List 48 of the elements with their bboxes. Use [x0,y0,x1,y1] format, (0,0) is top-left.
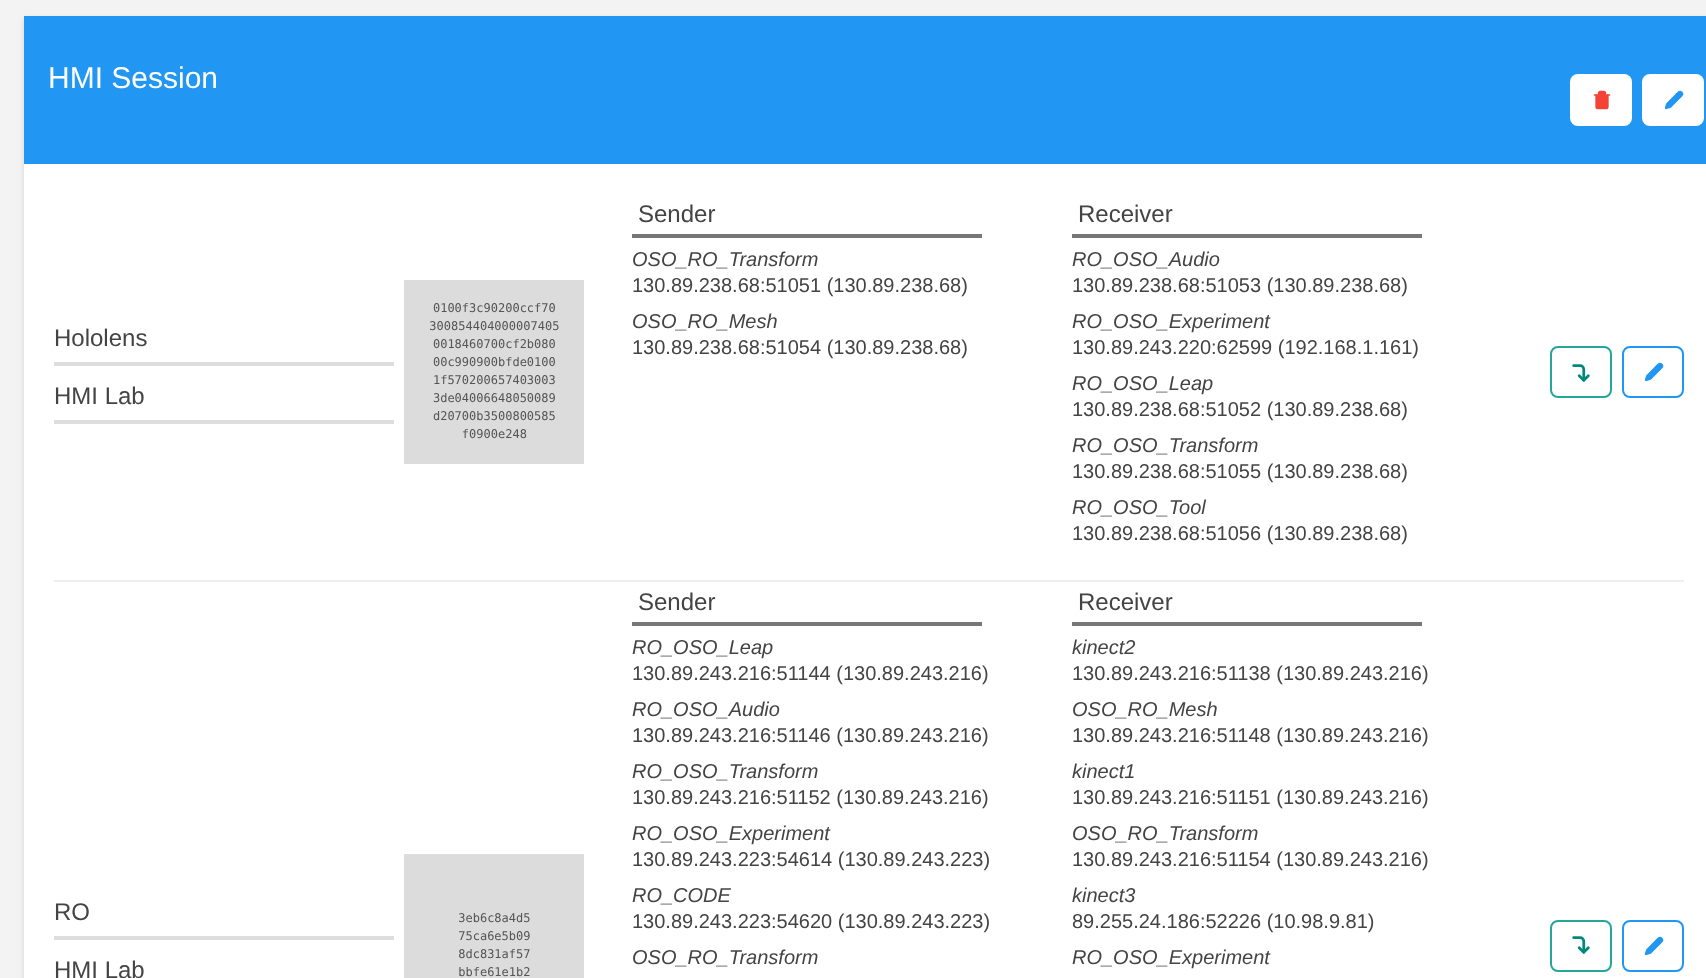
endpoint-name: RO_OSO_Tool [1072,498,1208,522]
endpoint-address: 130.89.238.68:51051 (130.89.238.68) [632,276,970,300]
column-heading: Sender [632,584,982,626]
column-heading: Receiver [1072,196,1422,238]
endpoint-name: RO_OSO_Audio [1072,250,1222,274]
endpoint-name: OSO_RO_Transform [632,948,821,972]
endpoint-name: OSO_RO_Mesh [1072,700,1220,724]
endpoint-name: RO_OSO_Experiment [1072,948,1273,972]
pencil-icon [1663,90,1683,110]
endpoint-name: kinect3 [1072,886,1138,910]
endpoint-name: RO_CODE [632,886,733,910]
turn-down-arrow-icon [1570,361,1592,383]
pencil-icon [1643,362,1663,382]
pencil-icon [1643,935,1663,955]
device-location: HMI Lab [54,939,395,978]
edit-button[interactable] [1642,74,1704,126]
endpoint-address: 130.89.238.68:51056 (130.89.238.68) [1072,524,1410,548]
edit-button[interactable] [1622,919,1684,971]
card-title: HMI Session [48,59,219,100]
endpoint-name: RO_OSO_Experiment [632,824,833,848]
column-heading: Sender [632,196,982,238]
endpoint-name: RO_OSO_Experiment [1072,312,1273,336]
endpoint-name: OSO_RO_Transform [1072,824,1261,848]
device-name: Hololens [54,320,395,366]
device-location: HMI Lab [54,366,395,424]
endpoint-name: RO_OSO_Transform [632,762,821,786]
endpoint-address: 130.89.238.68:51054 (130.89.238.68) [632,338,970,362]
endpoint-address: 130.89.238.68:51052 (130.89.238.68) [1072,400,1410,424]
edit-button[interactable] [1622,346,1684,398]
column-heading: Receiver [1072,584,1422,626]
endpoint-address: 130.89.238.68:51053 (130.89.238.68) [1072,276,1410,300]
endpoint-name: RO_OSO_Transform [1072,436,1261,460]
merge-button[interactable] [1550,346,1612,398]
endpoint-address: 130.89.238.68:51055 (130.89.238.68) [1072,462,1410,486]
endpoint-name: RO_OSO_Audio [632,700,782,724]
endpoint-name: RO_OSO_Leap [632,638,776,662]
endpoint-name: OSO_RO_Mesh [632,312,780,336]
endpoint-name: kinect1 [1072,762,1138,786]
delete-button[interactable] [1570,74,1632,126]
endpoint-address: 130.89.243.220:62599 (192.168.1.161) [1072,338,1421,362]
endpoint-name: RO_OSO_Leap [1072,374,1216,398]
device-name: RO [54,893,395,939]
merge-button[interactable] [1550,919,1612,971]
endpoint-name: kinect2 [1072,638,1138,662]
trash-icon [1591,90,1611,110]
turn-down-arrow-icon [1570,934,1592,956]
endpoint-name: OSO_RO_Transform [632,250,821,274]
endpoint-address: 89.255.24.186:52226 (10.98.9.81) [1072,912,1377,936]
